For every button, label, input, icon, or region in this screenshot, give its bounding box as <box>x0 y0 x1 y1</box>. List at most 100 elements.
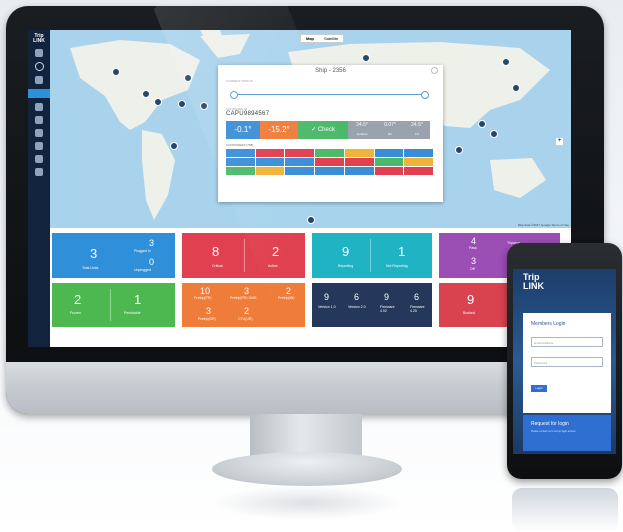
login-title: Members Login <box>531 321 566 327</box>
map-marker[interactable] <box>478 120 486 128</box>
container-cell[interactable] <box>315 158 344 166</box>
ctu-value: 2 <box>244 306 250 316</box>
map-marker[interactable] <box>184 74 192 82</box>
containers-label: CONTAINERS (758) <box>226 143 254 147</box>
perishable-label: Perishable <box>124 311 141 315</box>
firmware425-value: 6 <box>414 292 420 302</box>
map-type-toggle[interactable]: Map Satellite <box>300 34 345 43</box>
container-cell[interactable] <box>315 149 344 157</box>
search-icon[interactable] <box>35 76 43 84</box>
map-marker[interactable] <box>455 146 463 154</box>
email-field[interactable]: Email Address <box>531 337 603 347</box>
map-marker[interactable] <box>362 54 370 62</box>
pretrip-dr-value: 3 <box>206 306 212 316</box>
route-status: CURRENT STATUS <box>226 79 433 103</box>
container-id: CAPU9894567 <box>226 111 270 117</box>
map-marker[interactable] <box>307 216 315 224</box>
close-icon[interactable] <box>431 67 438 74</box>
version1-value: 9 <box>324 292 330 302</box>
monitor-stand-base <box>212 452 402 486</box>
container-cell[interactable] <box>226 158 255 166</box>
tile-divider <box>244 239 245 272</box>
share-icon[interactable] <box>35 142 43 150</box>
alarms-tile[interactable]: 8 Critical 2 Active <box>182 233 305 278</box>
container-cell[interactable] <box>404 167 433 175</box>
container-cell[interactable] <box>344 149 374 157</box>
unplugged-value: 0 <box>149 257 155 267</box>
unplugged-label: Unplugged <box>134 268 151 272</box>
map-toggle-map[interactable]: Map <box>301 35 319 42</box>
zoom-in-button[interactable]: + <box>556 138 563 145</box>
version2-value: 6 <box>354 292 360 302</box>
pretrip-oms-label: Pretrip(PR) OMS <box>230 296 257 300</box>
container-cell[interactable] <box>344 167 374 175</box>
container-cell[interactable] <box>374 158 404 166</box>
reporting-value: 9 <box>342 244 350 259</box>
container-cell[interactable] <box>285 158 315 166</box>
total-units-value: 3 <box>90 246 98 261</box>
origin-ship-icon <box>230 91 238 99</box>
menu-icon[interactable] <box>35 49 43 57</box>
versions-tile[interactable]: 9 Version 1.0 6 Version 2.0 9 Firmware 4… <box>312 283 432 327</box>
login-button[interactable]: Login <box>531 385 547 392</box>
truck-icon[interactable] <box>35 103 43 111</box>
dashboard-icon[interactable] <box>28 89 50 98</box>
map-marker[interactable] <box>170 142 178 150</box>
download-icon[interactable] <box>35 129 43 137</box>
container-cell[interactable] <box>404 149 433 157</box>
chat-icon[interactable] <box>35 155 43 163</box>
sensor-dc: 0.07° DC <box>376 121 404 139</box>
container-cell[interactable] <box>344 158 374 166</box>
pretrip-mi-value: 2 <box>286 286 292 296</box>
pretrip-tile[interactable]: 10 Pretrip(PR) 3 Pretrip(PR) OMS 2 Pretr… <box>182 283 305 327</box>
off-label: Off <box>470 267 475 271</box>
container-cell[interactable] <box>285 167 315 175</box>
container-cell[interactable] <box>315 167 344 175</box>
container-cell[interactable] <box>226 167 255 175</box>
units-tile[interactable]: 3 Total Units 3 Plugged In 0 Unplugged <box>52 233 175 278</box>
containers-grid[interactable] <box>226 149 433 175</box>
container-cell[interactable] <box>374 167 404 175</box>
pretrip-oms-value: 3 <box>244 286 250 296</box>
firmware492-value: 9 <box>384 292 390 302</box>
container-cell[interactable] <box>226 149 255 157</box>
pass-value: 4 <box>471 236 477 246</box>
world-map[interactable]: Map Satellite + Map data ©2017 Google Te… <box>50 30 571 228</box>
active-label: Active <box>268 264 278 268</box>
container-popup[interactable]: Ship - 2356 CURRENT STATUS CONTAINER ID … <box>218 65 443 202</box>
container-cell[interactable] <box>374 149 404 157</box>
map-marker[interactable] <box>200 102 208 110</box>
container-cell[interactable] <box>255 158 285 166</box>
total-units-label: Total Units <box>82 266 99 270</box>
container-cell[interactable] <box>285 149 315 157</box>
active-value: 2 <box>272 244 280 259</box>
map-marker[interactable] <box>142 90 150 98</box>
phone-logo: Trip LINK <box>523 272 544 291</box>
container-cell[interactable] <box>404 158 433 166</box>
map-marker[interactable] <box>154 98 162 106</box>
profile-icon[interactable] <box>34 62 44 71</box>
request-login-panel[interactable]: Request for login Please contact us to s… <box>523 415 611 451</box>
firmware425-label: Firmware 4.25 <box>410 305 425 313</box>
off-value: 3 <box>471 256 477 266</box>
map-toggle-satellite[interactable]: Satellite <box>319 35 343 42</box>
container-cell[interactable] <box>255 149 285 157</box>
perishable-value: 1 <box>134 292 142 307</box>
map-marker[interactable] <box>502 58 510 66</box>
map-marker[interactable] <box>512 84 520 92</box>
frozen-tile[interactable]: 2 Frozen 1 Perishable <box>52 283 175 327</box>
version2-label: Version 2.0 <box>348 305 366 309</box>
firmware492-label: Firmware 4.92 <box>380 305 395 313</box>
settings-icon[interactable] <box>35 168 43 176</box>
location-icon[interactable] <box>35 116 43 124</box>
container-cell[interactable] <box>255 167 285 175</box>
reporting-tile[interactable]: 9 Reporting 1 Not Reporting <box>312 233 432 278</box>
critical-value: 8 <box>212 244 220 259</box>
password-field[interactable]: Password <box>531 357 603 367</box>
request-login-title: Request for login <box>531 421 569 427</box>
map-marker[interactable] <box>178 100 186 108</box>
map-marker[interactable] <box>112 68 120 76</box>
map-marker[interactable] <box>490 130 498 138</box>
pretrip-dr-label: Pretrip(DR) <box>198 317 216 321</box>
route-label: CURRENT STATUS <box>226 79 253 83</box>
